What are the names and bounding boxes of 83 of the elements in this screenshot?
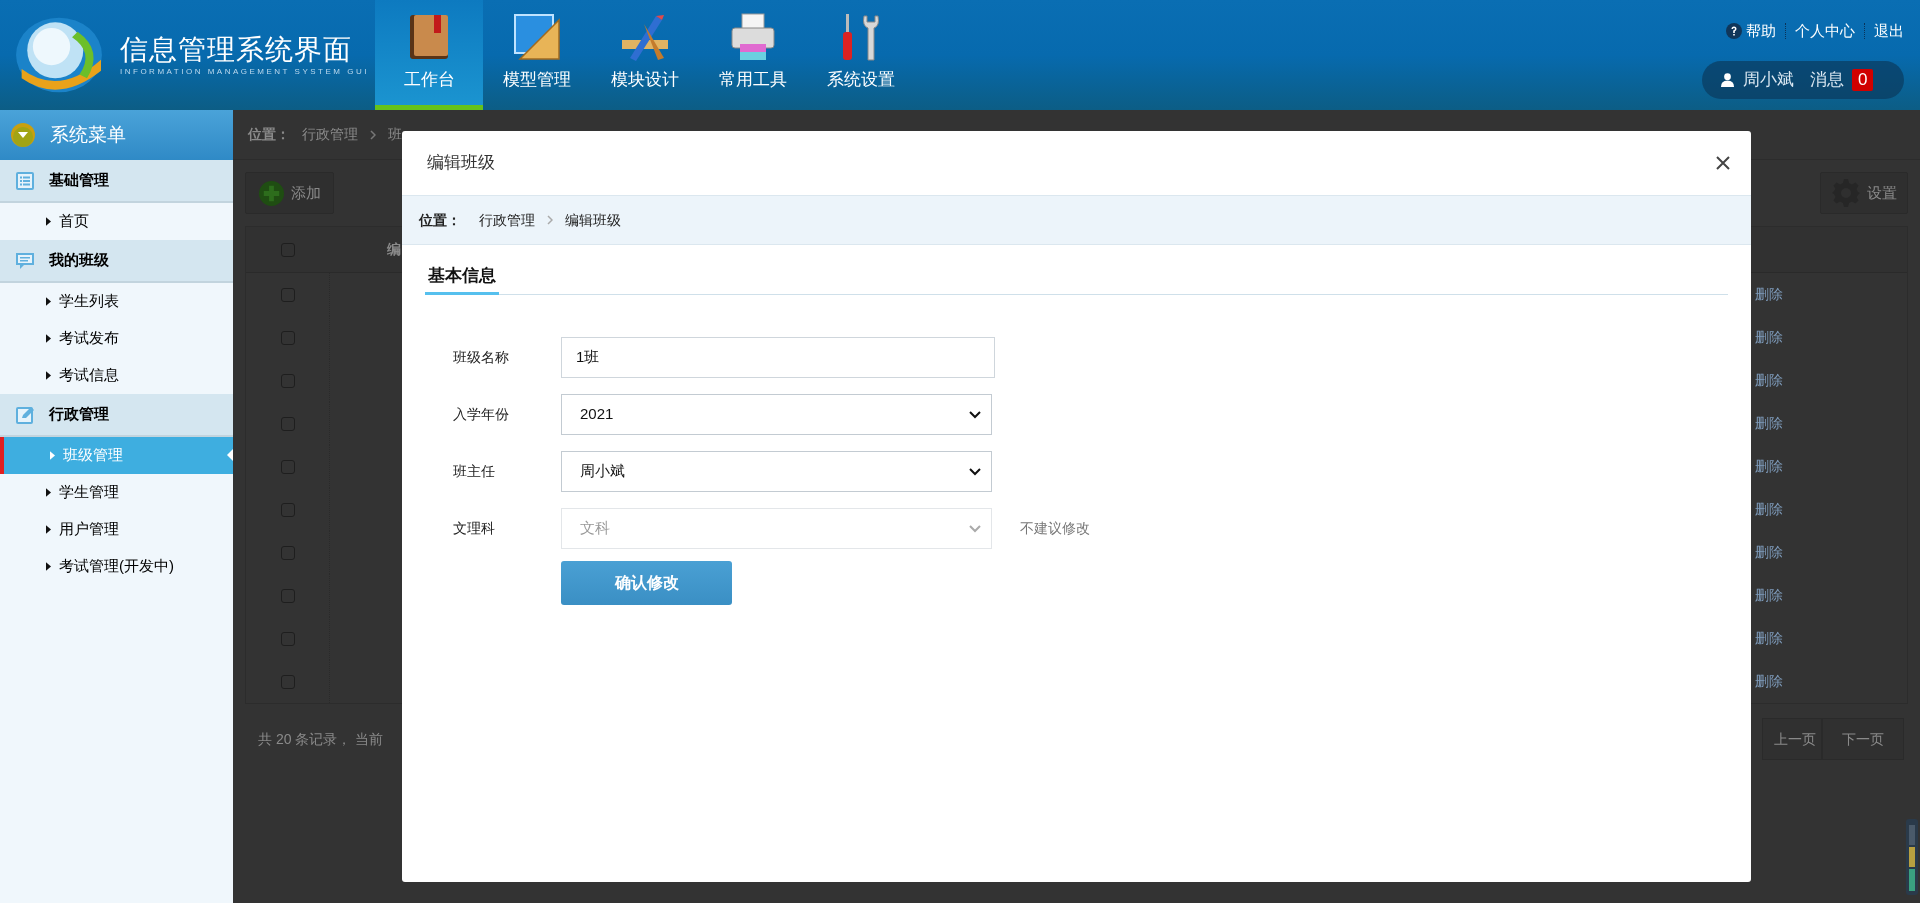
caret-icon [50, 451, 55, 460]
delete-link[interactable]: 删除 [1755, 456, 1783, 477]
plus-icon [258, 179, 285, 207]
field-label: 班主任 [453, 462, 496, 481]
field-note: 不建议修改 [1020, 519, 1090, 538]
chevron-down-icon [969, 467, 981, 476]
chat-icon [15, 250, 35, 271]
breadcrumb-label: 位置： [419, 210, 461, 230]
nav-tab[interactable]: 模型管理 [483, 0, 591, 110]
input-field[interactable]: 1班 [561, 337, 995, 378]
delete-link[interactable]: 删除 [1755, 671, 1783, 692]
delete-link[interactable]: 删除 [1755, 284, 1783, 305]
chevron-down-icon [969, 524, 981, 533]
chevron-down-icon [969, 410, 981, 419]
pagination-button[interactable]: 下一页 [1822, 718, 1904, 760]
field-label: 班级名称 [453, 348, 510, 367]
sidebar-item[interactable]: 学生管理 [0, 474, 233, 511]
caret-icon [46, 371, 51, 380]
user-icon [1720, 72, 1735, 87]
chevron-icon [547, 215, 553, 225]
list-icon [15, 170, 35, 191]
ruler-icon [512, 12, 562, 62]
nav-tab[interactable]: 系统设置 [807, 0, 915, 110]
record-count-text: 共 20 条记录， 当前 [258, 729, 384, 749]
column-header: 编 [386, 240, 401, 259]
field-label: 入学年份 [453, 405, 510, 424]
notch-icon [227, 449, 233, 461]
edit-icon [15, 404, 35, 425]
sidebar-group-header[interactable]: 我的班级 [0, 240, 233, 283]
delete-link[interactable]: 删除 [1755, 499, 1783, 520]
breadcrumb-link[interactable]: 行政管理 [479, 209, 535, 231]
chevron-icon [370, 129, 376, 140]
section-tab[interactable]: 基本信息 [425, 259, 499, 295]
breadcrumb-link[interactable]: 班 [388, 124, 402, 145]
printer-icon [728, 12, 778, 62]
dialog-title: 编辑班级 [427, 152, 495, 175]
close-icon[interactable] [1715, 155, 1731, 171]
add-button[interactable]: 添加 [245, 172, 334, 214]
header-link[interactable]: 退出 [1874, 20, 1904, 43]
delete-link[interactable]: 删除 [1755, 542, 1783, 563]
dropdown[interactable]: 2021 [561, 394, 992, 435]
delete-link[interactable]: 删除 [1755, 370, 1783, 391]
dropdown[interactable]: 周小斌 [561, 451, 992, 492]
message-count-badge: 0 [1852, 68, 1874, 91]
caret-icon [46, 525, 51, 534]
delete-link[interactable]: 删除 [1755, 413, 1783, 434]
help-icon [1726, 23, 1742, 40]
header-link[interactable]: 个人中心 [1795, 20, 1855, 43]
dropdown-circle-icon [10, 122, 36, 148]
sidebar-group-header[interactable]: 基础管理 [0, 160, 233, 203]
header-link[interactable]: 帮助 [1746, 20, 1776, 43]
app-subtitle: INFORMATION MANAGEMENT SYSTEM GUI [120, 67, 369, 77]
field-label: 文理科 [453, 519, 496, 538]
breadcrumb-label: 位置： [248, 125, 290, 144]
caret-icon [46, 562, 51, 571]
sidebar-item[interactable]: 学生列表 [0, 283, 233, 320]
delete-link[interactable]: 删除 [1755, 585, 1783, 606]
nav-tab[interactable]: 模块设计 [591, 0, 699, 110]
sidebar-item[interactable]: 考试信息 [0, 357, 233, 394]
sidebar-item[interactable]: 首页 [0, 203, 233, 240]
confirm-button[interactable]: 确认修改 [561, 561, 732, 605]
level-meter-icon [1906, 819, 1918, 895]
sidebar-item[interactable]: 考试发布 [0, 320, 233, 357]
caret-icon [46, 217, 51, 226]
caret-icon [46, 334, 51, 343]
messages-link[interactable]: 消息 [1810, 66, 1844, 93]
breadcrumb-link[interactable]: 编辑班级 [565, 209, 621, 231]
app-title: 信息管理系统界面 [120, 33, 353, 67]
nav-tab[interactable]: 常用工具 [699, 0, 807, 110]
delete-link[interactable]: 删除 [1755, 327, 1783, 348]
sidebar-item[interactable]: 考试管理(开发中) [0, 548, 233, 585]
pagination-button[interactable]: 上一页 [1762, 718, 1822, 760]
sidebar-item[interactable]: 用户管理 [0, 511, 233, 548]
nav-tab[interactable]: 工作台 [375, 0, 483, 110]
pencil-ruler-icon [620, 12, 670, 62]
delete-link[interactable]: 删除 [1755, 628, 1783, 649]
sidebar-group-header[interactable]: 行政管理 [0, 394, 233, 437]
breadcrumb-link[interactable]: 行政管理 [302, 124, 358, 145]
user-name[interactable]: 周小斌 [1743, 66, 1794, 93]
caret-icon [46, 488, 51, 497]
settings-button[interactable]: 设置 [1820, 172, 1908, 214]
sidebar-header: 系统菜单 [0, 110, 233, 160]
caret-icon [46, 297, 51, 306]
